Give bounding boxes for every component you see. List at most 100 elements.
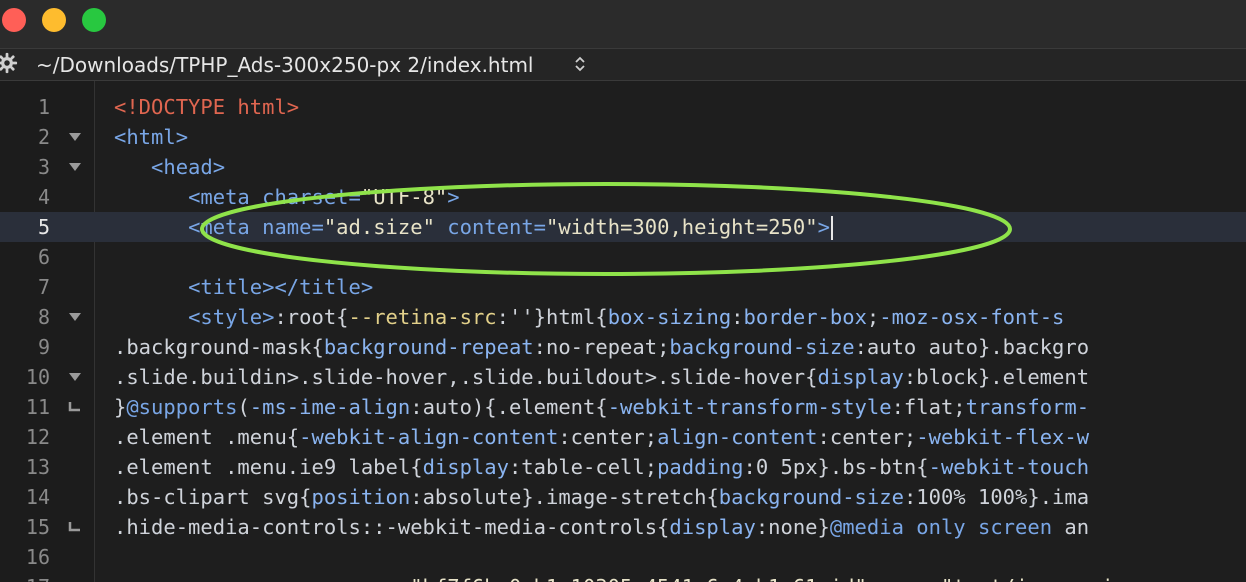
code-line[interactable]: 3 <head>: [0, 152, 1246, 182]
code-token: .background-mask{: [114, 335, 324, 359]
line-number: 6: [37, 245, 50, 269]
code-token: <meta: [188, 215, 263, 239]
close-window-button[interactable]: [2, 8, 26, 32]
file-path-bar: ~/Downloads/TPHP_Ads-300x250-px 2/index.…: [0, 49, 1246, 81]
code-line[interactable]: 2 <html>: [0, 122, 1246, 152]
fold-toggle-icon[interactable]: [68, 312, 82, 322]
line-number: 8: [37, 305, 50, 329]
code-token: -ms-ime-align: [249, 395, 411, 419]
code-line[interactable]: 15 .hide-media-controls::-webkit-media-co…: [0, 512, 1246, 542]
code-token: <style>: [188, 305, 275, 329]
code-line[interactable]: 10 .slide.buildin>.slide-hover,.slide.bui…: [0, 362, 1246, 392]
code-text[interactable]: <style>:root{--retina-src:''}html{box-si…: [114, 302, 1064, 332]
code-token: @supports: [126, 395, 238, 419]
code-token: align-content: [657, 425, 818, 449]
line-number: 2: [37, 125, 50, 149]
code-token: <!DOCTYPE html>: [114, 95, 300, 119]
code-token: :auto auto}.backgro: [854, 335, 1090, 359]
code-token: background-repeat: [323, 335, 534, 359]
code-token: -webkit-flex-w: [916, 425, 1090, 449]
text-cursor: [830, 216, 833, 240]
code-token: }: [114, 395, 127, 419]
code-token: "bf7f6b-0cb1-10305-4541-6a4cb1a61eid": [237, 575, 867, 582]
fold-toggle-icon[interactable]: [68, 132, 82, 142]
fold-toggle-icon[interactable]: [68, 372, 82, 382]
chevron-updown-icon[interactable]: [573, 54, 587, 74]
code-text[interactable]: .slide.buildin>.slide-hover,.slide.build…: [114, 362, 1089, 392]
code-line[interactable]: 16: [0, 542, 1246, 572]
code-text[interactable]: <head>: [114, 152, 225, 182]
code-token: -moz-osx-font-s: [879, 305, 1065, 329]
code-line[interactable]: 13 .element .menu.ie9 label{display:table…: [0, 452, 1246, 482]
window-titlebar: [0, 0, 1246, 49]
zoom-window-button[interactable]: [82, 8, 106, 32]
code-line[interactable]: 4 <meta charset="UTF-8">: [0, 182, 1246, 212]
code-token: padding: [657, 455, 744, 479]
line-number: 12: [25, 425, 50, 449]
code-line[interactable]: 8 <style>:root{--retina-src:''}html{box-…: [0, 302, 1246, 332]
code-line[interactable]: 9 .background-mask{background-repeat:no-r…: [0, 332, 1246, 362]
code-token: >: [447, 185, 460, 209]
code-editor[interactable]: 1 <!DOCTYPE html> 2 <html> 3 <head> 4 <meta c…: [0, 81, 1246, 582]
code-line[interactable]: 12 .element .menu{-webkit-align-content:c…: [0, 422, 1246, 452]
line-number: 13: [25, 455, 50, 479]
code-token: <html>: [114, 125, 189, 149]
code-text[interactable]: }@supports(-ms-ime-align:auto){.element{…: [114, 392, 1089, 422]
code-token: box-sizing: [607, 305, 732, 329]
code-token: "width=300,height=250": [546, 215, 818, 239]
code-token: ;: [866, 305, 880, 329]
code-token: :auto){.element{: [410, 395, 608, 419]
code-text[interactable]: .element .menu.ie9 label{display:table-c…: [114, 452, 1089, 482]
code-text[interactable]: <!DOCTYPE html>: [114, 92, 299, 122]
line-number: 1: [37, 95, 50, 119]
code-text[interactable]: .background-mask{background-repeat:no-re…: [114, 332, 1089, 362]
line-number: 17: [0, 572, 50, 582]
code-text[interactable]: <meta name="ad.size" content="width=300,…: [114, 212, 833, 242]
code-token: name=: [262, 215, 324, 239]
minimize-window-button[interactable]: [42, 8, 66, 32]
code-line[interactable]: 11 }@supports(-ms-ime-align:auto){.elemen…: [0, 392, 1246, 422]
code-text[interactable]: <html>: [114, 122, 188, 152]
line-number: 11: [25, 395, 50, 419]
code-text[interactable]: .element .menu{-webkit-align-content:cen…: [114, 422, 1089, 452]
code-token: :root{: [274, 305, 349, 329]
code-token: --retina-src: [348, 305, 497, 329]
code-token: display: [669, 515, 756, 539]
code-token: an: [1052, 515, 1090, 539]
code-text[interactable]: <meta charset="UTF-8">: [114, 182, 460, 212]
code-text[interactable]: "bf7f6b-0cb1-10305-4541-6a4cb1a61eid" "t…: [114, 572, 1114, 582]
code-token: charset=: [262, 185, 361, 209]
code-token: :''}html{: [496, 305, 608, 329]
fold-toggle-icon[interactable]: [68, 162, 82, 172]
code-line[interactable]: 14 .bs-clipart svg{position:absolute}.ima…: [0, 482, 1246, 512]
code-line[interactable]: 5 <meta name="ad.size" content="width=30…: [0, 212, 1246, 242]
code-token: "UTF-8": [360, 185, 448, 209]
code-text[interactable]: .hide-media-controls::-webkit-media-cont…: [114, 512, 1089, 542]
code-text[interactable]: .bs-clipart svg{position:absolute}.image…: [114, 482, 1089, 512]
code-line[interactable]: 1 <!DOCTYPE html>: [0, 92, 1246, 122]
code-token: .bs-clipart svg{: [114, 485, 312, 509]
code-text[interactable]: <title></title>: [114, 272, 373, 302]
code-token: display: [422, 455, 509, 479]
code-token: content=: [447, 215, 547, 239]
code-line[interactable]: 7 <title></title>: [0, 272, 1246, 302]
fold-end-icon[interactable]: [68, 522, 82, 532]
code-token: <head>: [151, 155, 226, 179]
file-path-label[interactable]: ~/Downloads/TPHP_Ads-300x250-px 2/index.…: [36, 53, 534, 77]
code-token: display: [817, 365, 904, 389]
code-line[interactable]: 17 "bf7f6b-0cb1-10305-4541-6a4cb1a61eid"…: [0, 572, 1246, 582]
line-number: 9: [37, 335, 50, 359]
code-token: transform-: [965, 395, 1090, 419]
gear-icon[interactable]: [0, 52, 18, 74]
code-token: :no-repeat;: [533, 335, 670, 359]
fold-end-icon[interactable]: [68, 402, 82, 412]
code-line[interactable]: 6: [0, 242, 1246, 272]
code-token: :0 5px}.bs-btn{: [743, 455, 929, 479]
